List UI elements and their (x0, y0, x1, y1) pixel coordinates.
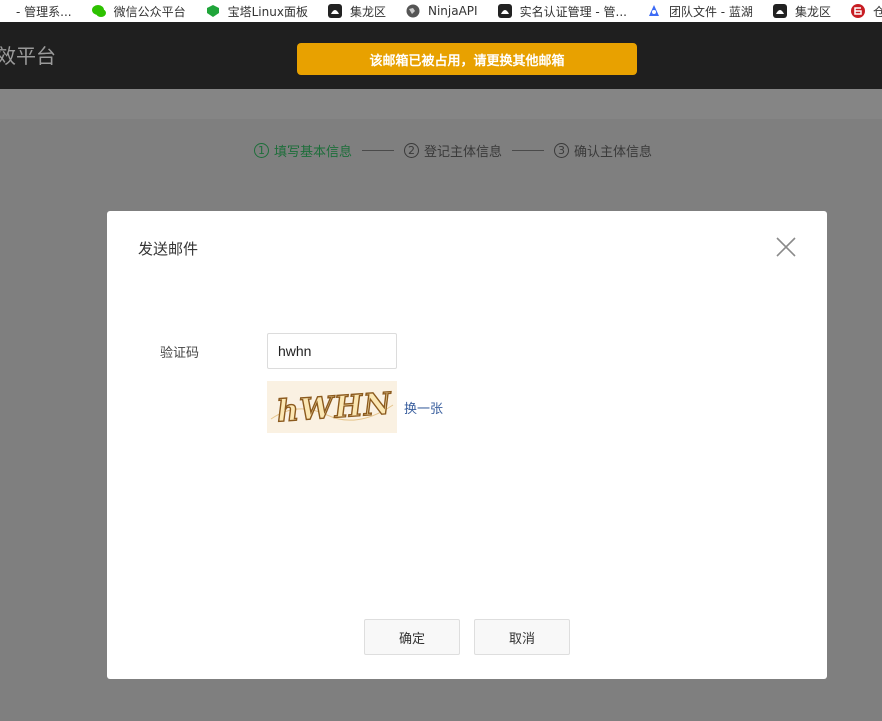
step-1: 1 填写基本信息 (254, 141, 352, 160)
step-label: 登记主体信息 (424, 145, 503, 160)
bookmark-label: 仓库 - ... (872, 4, 882, 19)
step-divider (512, 150, 545, 151)
bookmark-label: 微信公众平台 (113, 4, 186, 19)
error-toast: 该邮箱已被占用，请更换其他邮箱 (297, 43, 637, 75)
step-label: 确认主体信息 (574, 145, 653, 160)
globe-icon (406, 4, 420, 18)
page-icon (0, 4, 8, 18)
bookmark-label: 实名认证管理 - 管... (519, 4, 627, 19)
wechat-icon (91, 5, 106, 17)
dark-app-icon (497, 4, 512, 18)
cancel-button[interactable]: 取消 (474, 619, 570, 655)
progress-steps: 1 填写基本信息 2 登记主体信息 3 确认主体信息 (254, 141, 652, 160)
bookmark-6[interactable]: 团队文件 - 蓝湖 (647, 3, 753, 20)
bookmark-label: 团队文件 - 蓝湖 (668, 4, 753, 19)
bookmark-label: - 管理系... (16, 4, 72, 19)
bookmark-label: 集龙区 (349, 4, 386, 19)
step-divider (362, 150, 395, 151)
captcha-image[interactable]: hWHN (267, 381, 397, 433)
bookmarks-bar: - 管理系... 微信公众平台 宝塔Linux面板 集龙区 NinjaAPI 实… (0, 0, 882, 22)
dialog-title: 发送邮件 (138, 240, 199, 258)
bookmark-2[interactable]: 宝塔Linux面板 (206, 3, 308, 20)
page-band (0, 89, 882, 119)
lanhu-icon (648, 5, 659, 16)
bookmark-5[interactable]: 实名认证管理 - 管... (497, 3, 627, 20)
step-number: 2 (404, 143, 420, 158)
close-icon[interactable] (775, 236, 797, 258)
send-email-dialog: 发送邮件 验证码 hWHN 换一张 确定 取消 (107, 211, 827, 679)
step-number: 3 (554, 143, 570, 158)
step-label: 填写基本信息 (274, 145, 353, 160)
bookmark-label: NinjaAPI (427, 4, 478, 18)
step-number: 1 (254, 143, 269, 158)
captcha-label: 验证码 (160, 346, 200, 361)
bookmark-label: 宝塔Linux面板 (227, 4, 308, 19)
dark-app-icon (327, 4, 342, 18)
dark-app-icon (772, 4, 787, 18)
captcha-input[interactable] (267, 333, 397, 369)
gitee-icon (850, 4, 865, 18)
bookmark-8[interactable]: 仓库 - ... (850, 3, 882, 20)
bookmark-3[interactable]: 集龙区 (327, 3, 386, 20)
bookmark-0[interactable]: - 管理系... (0, 3, 72, 20)
step-3: 3 确认主体信息 (554, 141, 652, 160)
bookmark-4[interactable]: NinjaAPI (406, 4, 478, 18)
bookmark-7[interactable]: 集龙区 (772, 3, 831, 20)
bookmark-label: 集龙区 (794, 4, 831, 19)
confirm-button[interactable]: 确定 (364, 619, 460, 655)
refresh-captcha-link[interactable]: 换一张 (404, 398, 443, 417)
bt-panel-icon (206, 5, 219, 17)
step-2: 2 登记主体信息 (404, 141, 502, 160)
bookmark-1[interactable]: 微信公众平台 (91, 3, 186, 20)
app-title: 效平台 (0, 44, 56, 68)
